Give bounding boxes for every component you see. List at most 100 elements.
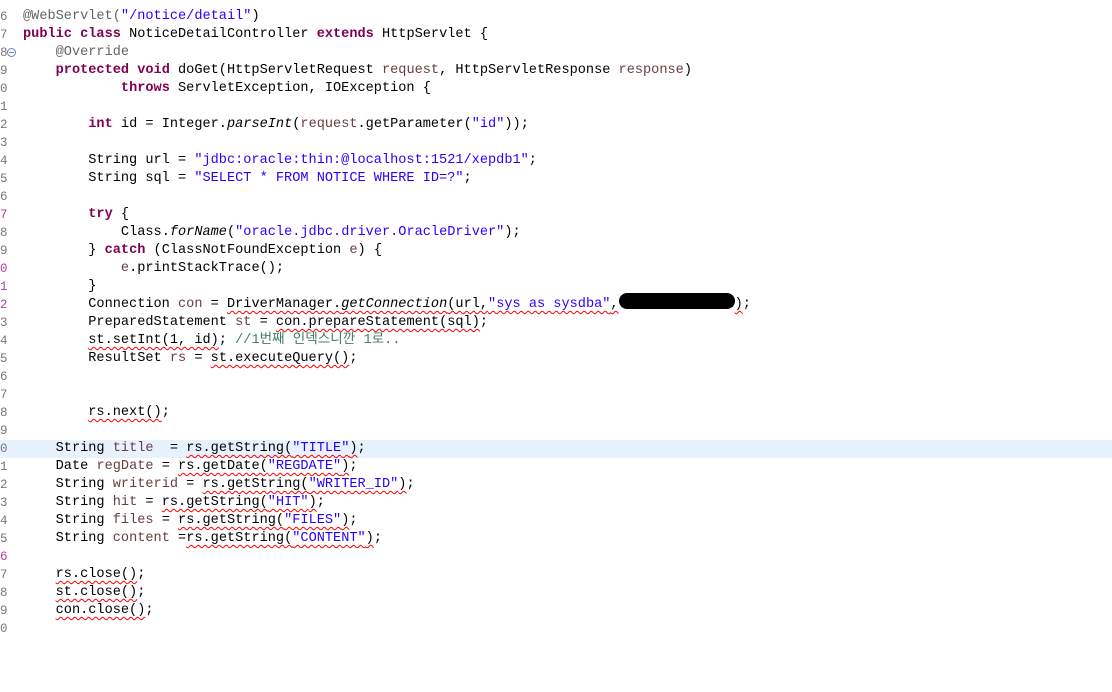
code-token: ; — [218, 333, 236, 348]
code-line[interactable]: 5 String content =rs.getString("CONTENT"… — [0, 530, 1112, 548]
code-line[interactable]: 6 @WebServlet("/notice/detail") — [0, 8, 1112, 26]
code-token: } — [88, 243, 105, 258]
code-text: try { — [23, 206, 129, 224]
code-text: st.close(); — [23, 584, 146, 602]
code-token: ; — [349, 351, 358, 366]
code-line[interactable]: 9 protected void doGet(HttpServletReques… — [0, 62, 1112, 80]
code-text: e.printStackTrace(); — [23, 260, 284, 278]
keyword: try — [88, 207, 113, 222]
code-text: String url = "jdbc:oracle:thin:@localhos… — [23, 152, 537, 170]
code-line[interactable]: 2 int id = Integer.parseInt(request.getP… — [0, 116, 1112, 134]
code-line[interactable]: 3 — [0, 134, 1112, 152]
code-line[interactable]: 0 e.printStackTrace(); — [0, 260, 1112, 278]
code-line[interactable]: 8 st.close(); — [0, 584, 1112, 602]
current-code-line[interactable]: 0 String title = rs.getString("TITLE"); — [0, 440, 1112, 458]
code-token: ; — [479, 315, 489, 330]
line-number: 3 — [0, 136, 8, 150]
code-token: , HttpServletResponse — [439, 63, 619, 78]
line-number: 2 — [0, 298, 8, 312]
local-variable: rs — [169, 351, 187, 366]
code-token: ) { — [357, 243, 382, 258]
line-number: 0 — [0, 262, 8, 276]
code-line[interactable]: 8 Class.forName("oracle.jdbc.driver.Orac… — [0, 224, 1112, 242]
line-number: 2 — [0, 118, 8, 132]
code-text: ResultSet rs = st.executeQuery(); — [23, 350, 358, 368]
code-text: String sql = "SELECT * FROM NOTICE WHERE… — [23, 170, 472, 188]
line-number: 0 — [0, 442, 8, 456]
code-token: Connection — [88, 297, 178, 312]
code-text: } catch (ClassNotFoundException e) { — [23, 242, 382, 260]
code-token: ; — [528, 153, 537, 168]
code-text: protected void doGet(HttpServletRequest … — [23, 62, 692, 80]
code-line[interactable]: 3 PreparedStatement st = con.prepareStat… — [0, 314, 1112, 332]
code-comment: //1번째 인덱스니깐 1로.. — [235, 333, 401, 348]
code-line[interactable]: 3 String hit = rs.getString("HIT"); — [0, 494, 1112, 512]
fold-collapse-icon[interactable] — [7, 48, 16, 57]
code-line[interactable]: 2 String writerid = rs.getString("WRITER… — [0, 476, 1112, 494]
code-line[interactable]: 9 con.close(); — [0, 602, 1112, 620]
code-line[interactable]: 7 rs.close(); — [0, 566, 1112, 584]
code-line[interactable]: 7 try { — [0, 206, 1112, 224]
code-line[interactable]: 5 ResultSet rs = st.executeQuery(); — [0, 350, 1112, 368]
error-token: rs.next() — [88, 405, 162, 420]
line-number: 3 — [0, 316, 8, 330]
code-line[interactable]: 1 — [0, 98, 1112, 116]
line-number: 7 — [0, 28, 8, 42]
code-line[interactable]: 0 — [0, 620, 1112, 638]
code-line[interactable]: 1 Date regDate = rs.getDate("REGDATE"); — [0, 458, 1112, 476]
code-line[interactable]: 8 @Override — [0, 44, 1112, 62]
line-number: 2 — [0, 478, 8, 492]
code-token: = — [202, 297, 227, 312]
line-number: 1 — [0, 280, 8, 294]
code-token: ; — [463, 171, 472, 186]
code-token: NoticeDetailController — [120, 27, 317, 42]
code-token: = — [137, 495, 162, 510]
line-number: 7 — [0, 208, 8, 222]
local-variable: con — [178, 297, 203, 312]
code-token: .getParameter( — [357, 117, 472, 132]
code-line[interactable]: 9 — [0, 422, 1112, 440]
error-token: (url, — [447, 297, 489, 312]
code-line[interactable]: 1 } — [0, 278, 1112, 296]
code-line[interactable]: 9 } catch (ClassNotFoundException e) { — [0, 242, 1112, 260]
code-line[interactable]: 2 Connection con = DriverManager.getConn… — [0, 293, 1112, 314]
code-token: ; — [357, 441, 366, 456]
keyword: int — [88, 117, 113, 132]
code-token: = — [169, 531, 187, 546]
code-line[interactable]: 7 public class NoticeDetailController ex… — [0, 26, 1112, 44]
code-editor[interactable]: 6 @WebServlet("/notice/detail") 7 public… — [0, 8, 1112, 646]
code-line[interactable]: 7 — [0, 386, 1112, 404]
code-line[interactable]: 8 rs.next(); — [0, 404, 1112, 422]
line-number: 9 — [0, 64, 8, 78]
code-text: @Override — [23, 44, 129, 62]
parameter: response — [618, 63, 684, 78]
static-method: parseInt — [226, 117, 293, 132]
code-line[interactable]: 4 String files = rs.getString("FILES"); — [0, 512, 1112, 530]
code-line[interactable]: 4 String url = "jdbc:oracle:thin:@localh… — [0, 152, 1112, 170]
code-token: String sql = — [88, 171, 195, 186]
code-line[interactable]: 4 st.setInt(1, id); //1번째 인덱스니깐 1로.. — [0, 332, 1112, 350]
code-token: ; — [161, 405, 170, 420]
error-token: st.close() — [55, 585, 138, 600]
keyword: public class — [23, 27, 121, 42]
line-number: 3 — [0, 496, 8, 510]
error-token: ) — [365, 531, 374, 546]
code-line[interactable]: 6 — [0, 368, 1112, 386]
line-number: 6 — [0, 10, 8, 24]
code-line[interactable]: 5 String sql = "SELECT * FROM NOTICE WHE… — [0, 170, 1112, 188]
string-literal: "id" — [471, 117, 505, 132]
code-token: String — [55, 513, 113, 528]
code-line[interactable]: 6 — [0, 188, 1112, 206]
code-line[interactable]: 0 throws ServletException, IOException { — [0, 80, 1112, 98]
code-token: = — [251, 315, 276, 330]
code-line[interactable]: 6 — [0, 548, 1112, 566]
line-number: 4 — [0, 154, 8, 168]
code-token: ; — [373, 531, 383, 546]
string-literal: "jdbc:oracle:thin:@localhost:1521/xepdb1… — [194, 153, 529, 168]
line-number: 9 — [0, 604, 8, 618]
code-token: (ClassNotFoundException — [145, 243, 350, 258]
line-number: 9 — [0, 424, 8, 438]
error-token: con.close() — [55, 603, 146, 618]
code-text: throws ServletException, IOException { — [23, 80, 431, 98]
code-text: Connection con = DriverManager.getConnec… — [23, 293, 751, 314]
